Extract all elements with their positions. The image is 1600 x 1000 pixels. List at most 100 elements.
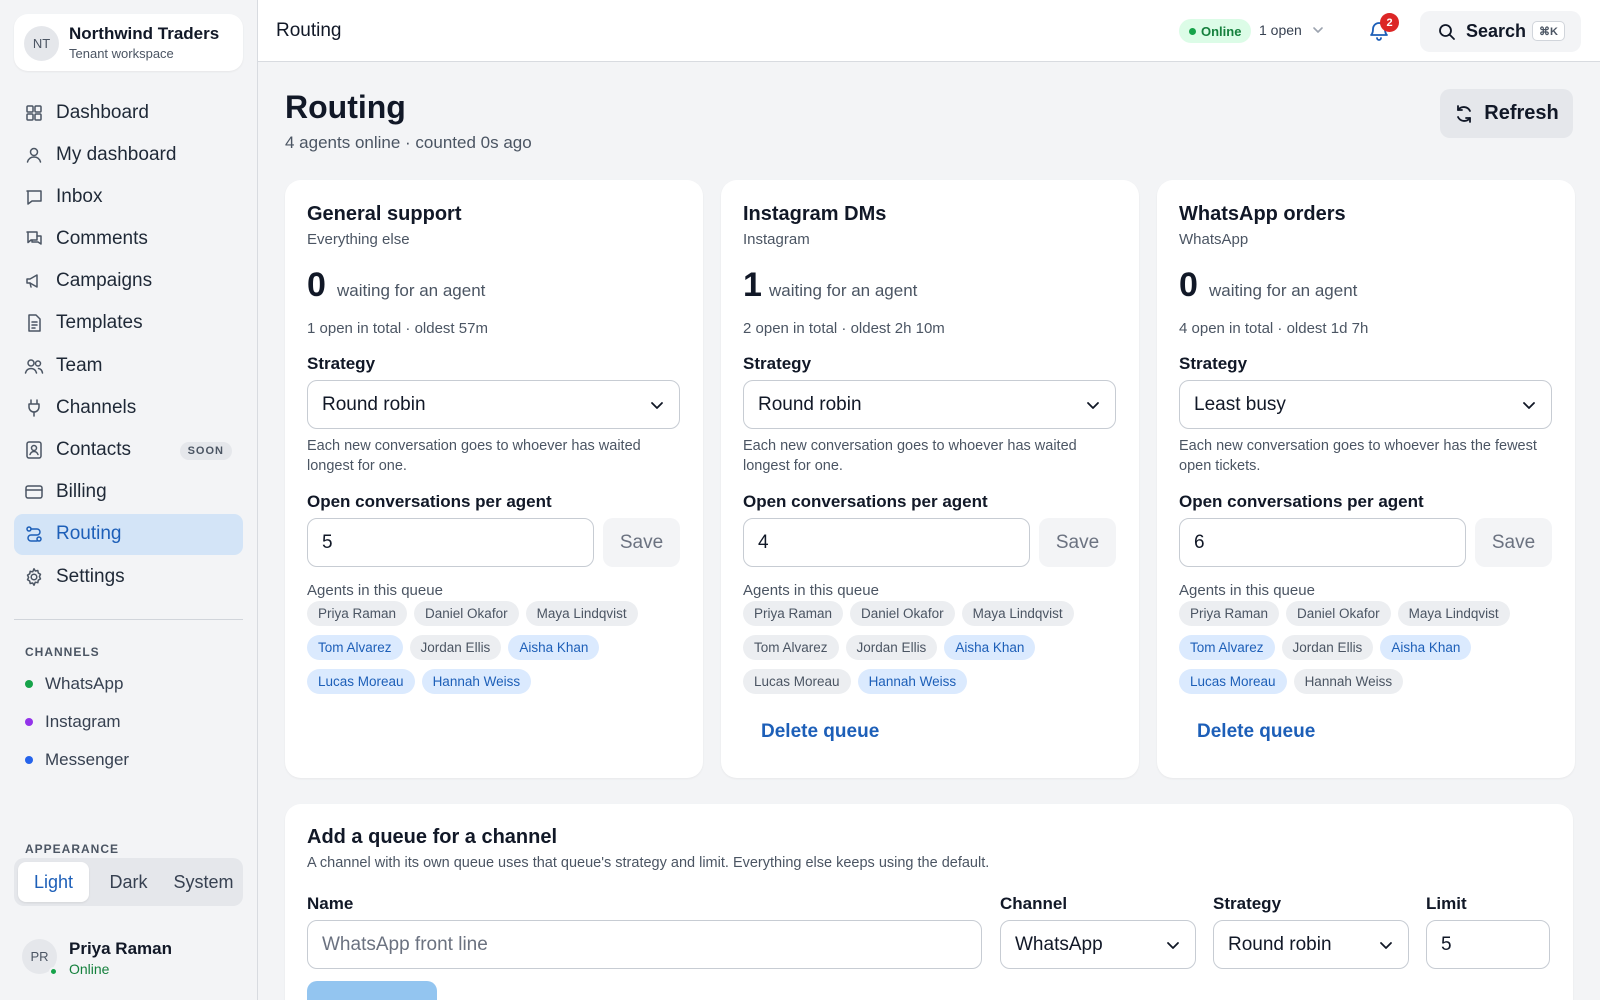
agent-chip[interactable]: Jordan Ellis (845, 635, 938, 660)
status-badge[interactable]: Online (1179, 19, 1252, 43)
sidebar-item-contacts[interactable]: Contacts SOON (14, 430, 243, 471)
sidebar-item-routing[interactable]: Routing (14, 513, 243, 555)
theme-option-dark[interactable]: Dark (93, 862, 164, 902)
agent-chip[interactable]: Aisha Khan (1380, 635, 1472, 660)
agent-chip-list: Priya Raman Daniel Okafor Maya Lindqvist To… (1179, 601, 1559, 694)
strategy-select[interactable]: Least busy (1179, 380, 1552, 429)
strategy-select-value: Round robin (758, 393, 862, 415)
sidebar-item-label: Dashboard (56, 101, 149, 123)
user-status: Online (69, 961, 110, 977)
open-count-dropdown[interactable]: 1 open (1259, 22, 1324, 38)
sidebar-item-comments[interactable]: Comments (14, 219, 243, 260)
channel-select[interactable]: WhatsApp (1000, 920, 1196, 969)
sidebar: NT Northwind Traders Tenant workspace Da… (0, 0, 258, 1000)
per-agent-label: Open conversations per agent (307, 492, 552, 511)
agent-chip[interactable]: Tom Alvarez (1179, 635, 1275, 660)
agent-chip[interactable]: Hannah Weiss (1293, 669, 1404, 694)
channel-item-instagram[interactable]: Instagram (25, 712, 121, 732)
grid-icon (26, 104, 42, 121)
channel-label: Instagram (45, 712, 121, 731)
search-button[interactable]: Search ⌘K (1420, 11, 1581, 52)
agent-chip[interactable]: Tom Alvarez (307, 635, 403, 660)
topbar-title: Routing (276, 20, 342, 41)
open-summary: 2 open in total · oldest 2h 10m (743, 320, 945, 337)
plug-icon (28, 399, 40, 417)
agent-chip[interactable]: Hannah Weiss (857, 669, 968, 694)
agent-chip[interactable]: Jordan Ellis (1281, 635, 1374, 660)
delete-queue-button[interactable]: Delete queue (1197, 721, 1315, 743)
agent-chip[interactable]: Daniel Okafor (414, 601, 519, 626)
limit-input[interactable]: 5 (1426, 920, 1550, 969)
agent-chip[interactable]: Priya Raman (743, 601, 844, 626)
channel-item-whatsapp[interactable]: WhatsApp (25, 674, 123, 694)
agent-chip[interactable]: Lucas Moreau (307, 669, 415, 694)
refresh-button[interactable]: Refresh (1440, 89, 1573, 138)
sidebar-item-dashboard[interactable]: Dashboard (14, 92, 243, 133)
save-button[interactable]: Save (1475, 518, 1552, 567)
sidebar-item-label: My dashboard (56, 143, 177, 165)
sidebar-item-my-dashboard[interactable]: My dashboard (14, 134, 243, 175)
save-button[interactable]: Save (1039, 518, 1116, 567)
per-agent-limit-input[interactable]: 4 (743, 518, 1030, 567)
add-queue-button[interactable] (307, 981, 437, 1000)
agent-chip[interactable]: Aisha Khan (944, 635, 1036, 660)
agent-chip[interactable]: Maya Lindqvist (1397, 601, 1510, 626)
online-status-dot (49, 967, 58, 976)
sidebar-item-campaigns[interactable]: Campaigns (14, 261, 243, 302)
channel-dot-icon (25, 680, 33, 688)
sidebar-item-label: Routing (56, 523, 122, 545)
agent-chip[interactable]: Aisha Khan (508, 635, 600, 660)
strategy-select-value: Round robin (322, 393, 426, 415)
agent-chip[interactable]: Daniel Okafor (850, 601, 955, 626)
credit-card-icon (25, 485, 43, 499)
name-label: Name (307, 894, 354, 913)
agent-chip[interactable]: Daniel Okafor (1286, 601, 1391, 626)
workspace-avatar: NT (24, 26, 59, 61)
refresh-label: Refresh (1484, 102, 1559, 124)
chevron-down-icon (1167, 942, 1179, 949)
sidebar-item-channels[interactable]: Channels (14, 387, 243, 428)
save-button[interactable]: Save (603, 518, 680, 567)
agent-chip[interactable]: Priya Raman (307, 601, 408, 626)
channel-item-messenger[interactable]: Messenger (25, 750, 129, 770)
appearance-heading: APPEARANCE (25, 842, 120, 856)
open-count-text: 1 open (1259, 22, 1302, 38)
delete-queue-button[interactable]: Delete queue (761, 721, 879, 743)
per-agent-limit-input[interactable]: 6 (1179, 518, 1466, 567)
agent-chip[interactable]: Maya Lindqvist (525, 601, 638, 626)
strategy-select-value: Least busy (1194, 393, 1286, 415)
queue-name-input[interactable]: WhatsApp front line (307, 920, 982, 969)
sidebar-item-templates[interactable]: Templates (14, 303, 243, 344)
strategy-select[interactable]: Round robin (743, 380, 1116, 429)
strategy-help-text: Each new conversation goes to whoever ha… (307, 438, 641, 474)
waiting-count: 1 (743, 266, 762, 304)
agent-chip[interactable]: Lucas Moreau (743, 669, 851, 694)
agent-chip[interactable]: Tom Alvarez (743, 635, 839, 660)
theme-option-system[interactable]: System (168, 862, 239, 902)
routing-icon (26, 526, 42, 543)
strategy-select[interactable]: Round robin (307, 380, 680, 429)
channel-label: Messenger (45, 750, 130, 769)
sidebar-item-team[interactable]: Team (14, 345, 243, 386)
sidebar-item-inbox[interactable]: Inbox (14, 176, 243, 217)
per-agent-limit-input[interactable]: 5 (307, 518, 594, 567)
agent-chip[interactable]: Jordan Ellis (409, 635, 502, 660)
chat-icon (26, 190, 42, 205)
sidebar-item-settings[interactable]: Settings (14, 556, 243, 597)
sidebar-item-billing[interactable]: Billing (14, 472, 243, 513)
theme-option-light[interactable]: Light (18, 862, 89, 902)
strategy-select[interactable]: Round robin (1213, 920, 1409, 969)
limit-label: Limit (1426, 894, 1467, 913)
comments-icon (26, 231, 42, 245)
agent-chip[interactable]: Priya Raman (1179, 601, 1280, 626)
contact-card-icon (26, 441, 42, 459)
waiting-count: 0 (1179, 266, 1198, 304)
workspace-switcher[interactable]: NT Northwind Traders Tenant workspace (14, 14, 243, 71)
agents-label: Agents in this queue (1179, 582, 1315, 599)
user-icon (26, 147, 42, 163)
agent-chip[interactable]: Maya Lindqvist (961, 601, 1074, 626)
strategy-help-text: Each new conversation goes to whoever ha… (1179, 438, 1537, 474)
agent-chip[interactable]: Hannah Weiss (421, 669, 532, 694)
agent-chip[interactable]: Lucas Moreau (1179, 669, 1287, 694)
workspace-name: Northwind Traders (69, 24, 220, 43)
